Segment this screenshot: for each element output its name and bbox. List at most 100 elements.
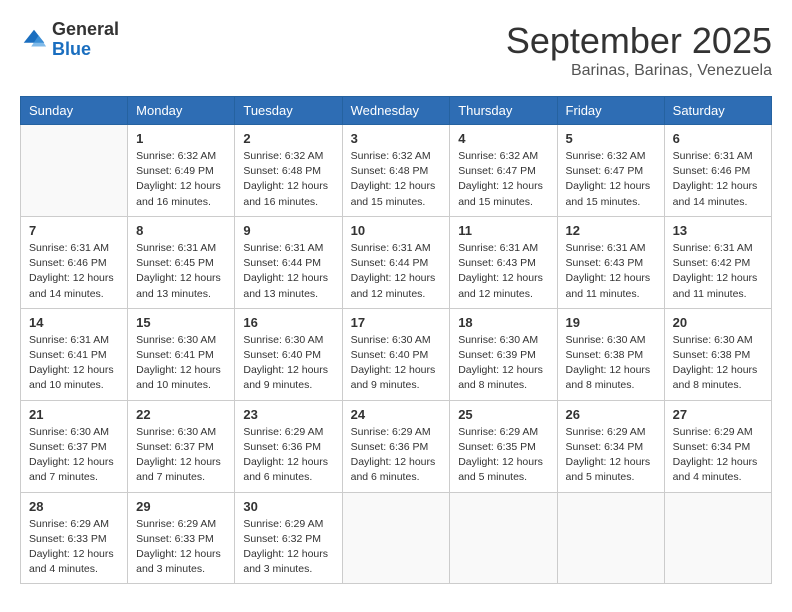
calendar-cell: 8 Sunrise: 6:31 AMSunset: 6:45 PMDaylight…: [128, 216, 235, 308]
day-number: 10: [351, 223, 442, 238]
calendar-cell: 29 Sunrise: 6:29 AMSunset: 6:33 PMDayligh…: [128, 492, 235, 584]
week-row-5: 28Sunrise: 6:29 AMSunset: 6:33 PMDayligh…: [21, 492, 772, 584]
day-info: Sunrise: 6:30 AMSunset: 6:40 PMDaylight:…: [243, 333, 333, 394]
logo-icon: [20, 26, 48, 54]
column-header-tuesday: Tuesday: [235, 97, 342, 125]
calendar-cell: 4 Sunrise: 6:32 AMSunset: 6:47 PMDaylight…: [450, 125, 557, 217]
day-info: Sunrise: 6:30 AMSunset: 6:37 PMDaylight:…: [136, 425, 226, 486]
calendar-cell: 5 Sunrise: 6:32 AMSunset: 6:47 PMDaylight…: [557, 125, 664, 217]
day-info: Sunrise: 6:32 AMSunset: 6:47 PMDaylight:…: [566, 149, 656, 210]
day-info: Sunrise: 6:31 AMSunset: 6:43 PMDaylight:…: [566, 241, 656, 302]
column-header-thursday: Thursday: [450, 97, 557, 125]
calendar-cell: 15 Sunrise: 6:30 AMSunset: 6:41 PMDayligh…: [128, 308, 235, 400]
calendar-cell: 2 Sunrise: 6:32 AMSunset: 6:48 PMDaylight…: [235, 125, 342, 217]
calendar-cell: [450, 492, 557, 584]
week-row-4: 21 Sunrise: 6:30 AMSunset: 6:37 PMDayligh…: [21, 400, 772, 492]
day-info: Sunrise: 6:29 AMSunset: 6:32 PMDaylight:…: [243, 517, 333, 578]
day-number: 29: [136, 499, 226, 514]
calendar-header-row: SundayMondayTuesdayWednesdayThursdayFrid…: [21, 97, 772, 125]
day-info: Sunrise: 6:31 AMSunset: 6:46 PMDaylight:…: [29, 241, 119, 302]
day-number: 30: [243, 499, 333, 514]
day-number: 1: [136, 131, 226, 146]
column-header-saturday: Saturday: [664, 97, 771, 125]
day-number: 11: [458, 223, 548, 238]
day-info: Sunrise: 6:32 AMSunset: 6:48 PMDaylight:…: [351, 149, 442, 210]
day-number: 12: [566, 223, 656, 238]
day-info: Sunrise: 6:31 AMSunset: 6:43 PMDaylight:…: [458, 241, 548, 302]
day-number: 8: [136, 223, 226, 238]
calendar-cell: 24 Sunrise: 6:29 AMSunset: 6:36 PMDayligh…: [342, 400, 450, 492]
logo: General Blue: [20, 20, 119, 60]
day-number: 20: [673, 315, 763, 330]
calendar-cell: 30 Sunrise: 6:29 AMSunset: 6:32 PMDayligh…: [235, 492, 342, 584]
calendar-cell: 3 Sunrise: 6:32 AMSunset: 6:48 PMDaylight…: [342, 125, 450, 217]
calendar-cell: 12 Sunrise: 6:31 AMSunset: 6:43 PMDayligh…: [557, 216, 664, 308]
day-number: 17: [351, 315, 442, 330]
day-number: 9: [243, 223, 333, 238]
day-info: Sunrise: 6:32 AMSunset: 6:48 PMDaylight:…: [243, 149, 333, 210]
day-number: 19: [566, 315, 656, 330]
day-number: 15: [136, 315, 226, 330]
calendar-cell: 19 Sunrise: 6:30 AMSunset: 6:38 PMDayligh…: [557, 308, 664, 400]
week-row-2: 7 Sunrise: 6:31 AMSunset: 6:46 PMDaylight…: [21, 216, 772, 308]
logo-text: General Blue: [52, 20, 119, 60]
day-number: 5: [566, 131, 656, 146]
column-header-monday: Monday: [128, 97, 235, 125]
day-number: 2: [243, 131, 333, 146]
calendar-cell: [557, 492, 664, 584]
day-info: Sunrise: 6:30 AMSunset: 6:40 PMDaylight:…: [351, 333, 442, 394]
week-row-3: 14Sunrise: 6:31 AMSunset: 6:41 PMDayligh…: [21, 308, 772, 400]
calendar-cell: 10 Sunrise: 6:31 AMSunset: 6:44 PMDayligh…: [342, 216, 450, 308]
day-number: 6: [673, 131, 763, 146]
column-header-wednesday: Wednesday: [342, 97, 450, 125]
day-info: Sunrise: 6:29 AMSunset: 6:33 PMDaylight:…: [136, 517, 226, 578]
calendar-cell: [21, 125, 128, 217]
day-number: 3: [351, 131, 442, 146]
calendar-cell: 6Sunrise: 6:31 AMSunset: 6:46 PMDaylight…: [664, 125, 771, 217]
day-info: Sunrise: 6:30 AMSunset: 6:39 PMDaylight:…: [458, 333, 548, 394]
calendar-cell: 26Sunrise: 6:29 AMSunset: 6:34 PMDayligh…: [557, 400, 664, 492]
calendar-cell: 11 Sunrise: 6:31 AMSunset: 6:43 PMDayligh…: [450, 216, 557, 308]
day-number: 4: [458, 131, 548, 146]
calendar-cell: 13Sunrise: 6:31 AMSunset: 6:42 PMDayligh…: [664, 216, 771, 308]
day-info: Sunrise: 6:29 AMSunset: 6:34 PMDaylight:…: [673, 425, 763, 486]
calendar-cell: 18 Sunrise: 6:30 AMSunset: 6:39 PMDayligh…: [450, 308, 557, 400]
day-number: 26: [566, 407, 656, 422]
calendar-cell: 17 Sunrise: 6:30 AMSunset: 6:40 PMDayligh…: [342, 308, 450, 400]
location: Barinas, Barinas, Venezuela: [506, 62, 772, 80]
day-info: Sunrise: 6:30 AMSunset: 6:38 PMDaylight:…: [673, 333, 763, 394]
calendar-cell: 20 Sunrise: 6:30 AMSunset: 6:38 PMDayligh…: [664, 308, 771, 400]
day-info: Sunrise: 6:30 AMSunset: 6:38 PMDaylight:…: [566, 333, 656, 394]
day-number: 18: [458, 315, 548, 330]
day-info: Sunrise: 6:29 AMSunset: 6:33 PMDaylight:…: [29, 517, 119, 578]
day-number: 23: [243, 407, 333, 422]
calendar-cell: 21 Sunrise: 6:30 AMSunset: 6:37 PMDayligh…: [21, 400, 128, 492]
day-number: 27: [673, 407, 763, 422]
day-info: Sunrise: 6:32 AMSunset: 6:47 PMDaylight:…: [458, 149, 548, 210]
day-number: 24: [351, 407, 442, 422]
day-info: Sunrise: 6:31 AMSunset: 6:42 PMDaylight:…: [673, 241, 763, 302]
week-row-1: 1Sunrise: 6:32 AMSunset: 6:49 PMDaylight…: [21, 125, 772, 217]
column-header-sunday: Sunday: [21, 97, 128, 125]
calendar-cell: 23Sunrise: 6:29 AMSunset: 6:36 PMDayligh…: [235, 400, 342, 492]
day-info: Sunrise: 6:31 AMSunset: 6:41 PMDaylight:…: [29, 333, 119, 394]
day-number: 16: [243, 315, 333, 330]
day-number: 25: [458, 407, 548, 422]
day-info: Sunrise: 6:29 AMSunset: 6:35 PMDaylight:…: [458, 425, 548, 486]
calendar-table: SundayMondayTuesdayWednesdayThursdayFrid…: [20, 96, 772, 584]
calendar-cell: 28Sunrise: 6:29 AMSunset: 6:33 PMDayligh…: [21, 492, 128, 584]
day-info: Sunrise: 6:30 AMSunset: 6:37 PMDaylight:…: [29, 425, 119, 486]
column-header-friday: Friday: [557, 97, 664, 125]
calendar-cell: 14Sunrise: 6:31 AMSunset: 6:41 PMDayligh…: [21, 308, 128, 400]
day-info: Sunrise: 6:30 AMSunset: 6:41 PMDaylight:…: [136, 333, 226, 394]
day-info: Sunrise: 6:31 AMSunset: 6:44 PMDaylight:…: [351, 241, 442, 302]
page-header: General Blue September 2025 Barinas, Bar…: [20, 20, 772, 80]
day-number: 21: [29, 407, 119, 422]
calendar-cell: [342, 492, 450, 584]
day-info: Sunrise: 6:29 AMSunset: 6:36 PMDaylight:…: [351, 425, 442, 486]
day-number: 7: [29, 223, 119, 238]
day-info: Sunrise: 6:31 AMSunset: 6:45 PMDaylight:…: [136, 241, 226, 302]
calendar-cell: 9 Sunrise: 6:31 AMSunset: 6:44 PMDaylight…: [235, 216, 342, 308]
day-number: 22: [136, 407, 226, 422]
day-info: Sunrise: 6:31 AMSunset: 6:44 PMDaylight:…: [243, 241, 333, 302]
